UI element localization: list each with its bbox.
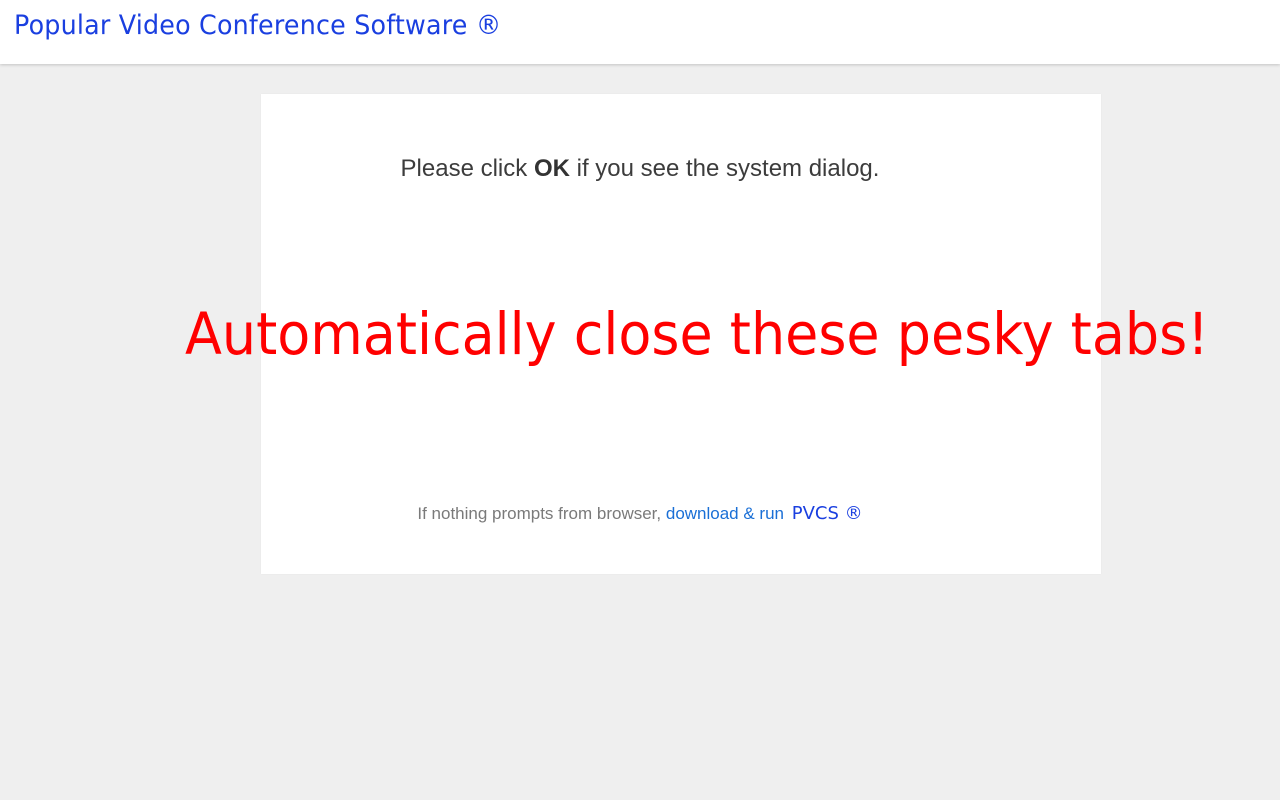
prompt-text-after: if you see the system dialog. [569,155,880,182]
prompt-ok-emphasis: OK [533,155,570,182]
brand-title-link[interactable]: Popular Video Conference Software ® [14,10,501,41]
fallback-text: If nothing prompts from browser, [417,504,666,523]
overlay-message: Automatically close these pesky tabs! [185,300,1209,368]
download-run-link[interactable]: download & run [666,504,784,523]
prompt-text-before: Please click [400,155,534,182]
pvcs-brand-link[interactable]: PVCS ® [792,503,863,524]
top-bar: Popular Video Conference Software ® [0,0,1280,64]
fallback-instructions: If nothing prompts from browser, downloa… [0,503,1280,524]
system-dialog-prompt: Please click OK if you see the system di… [0,155,1280,183]
